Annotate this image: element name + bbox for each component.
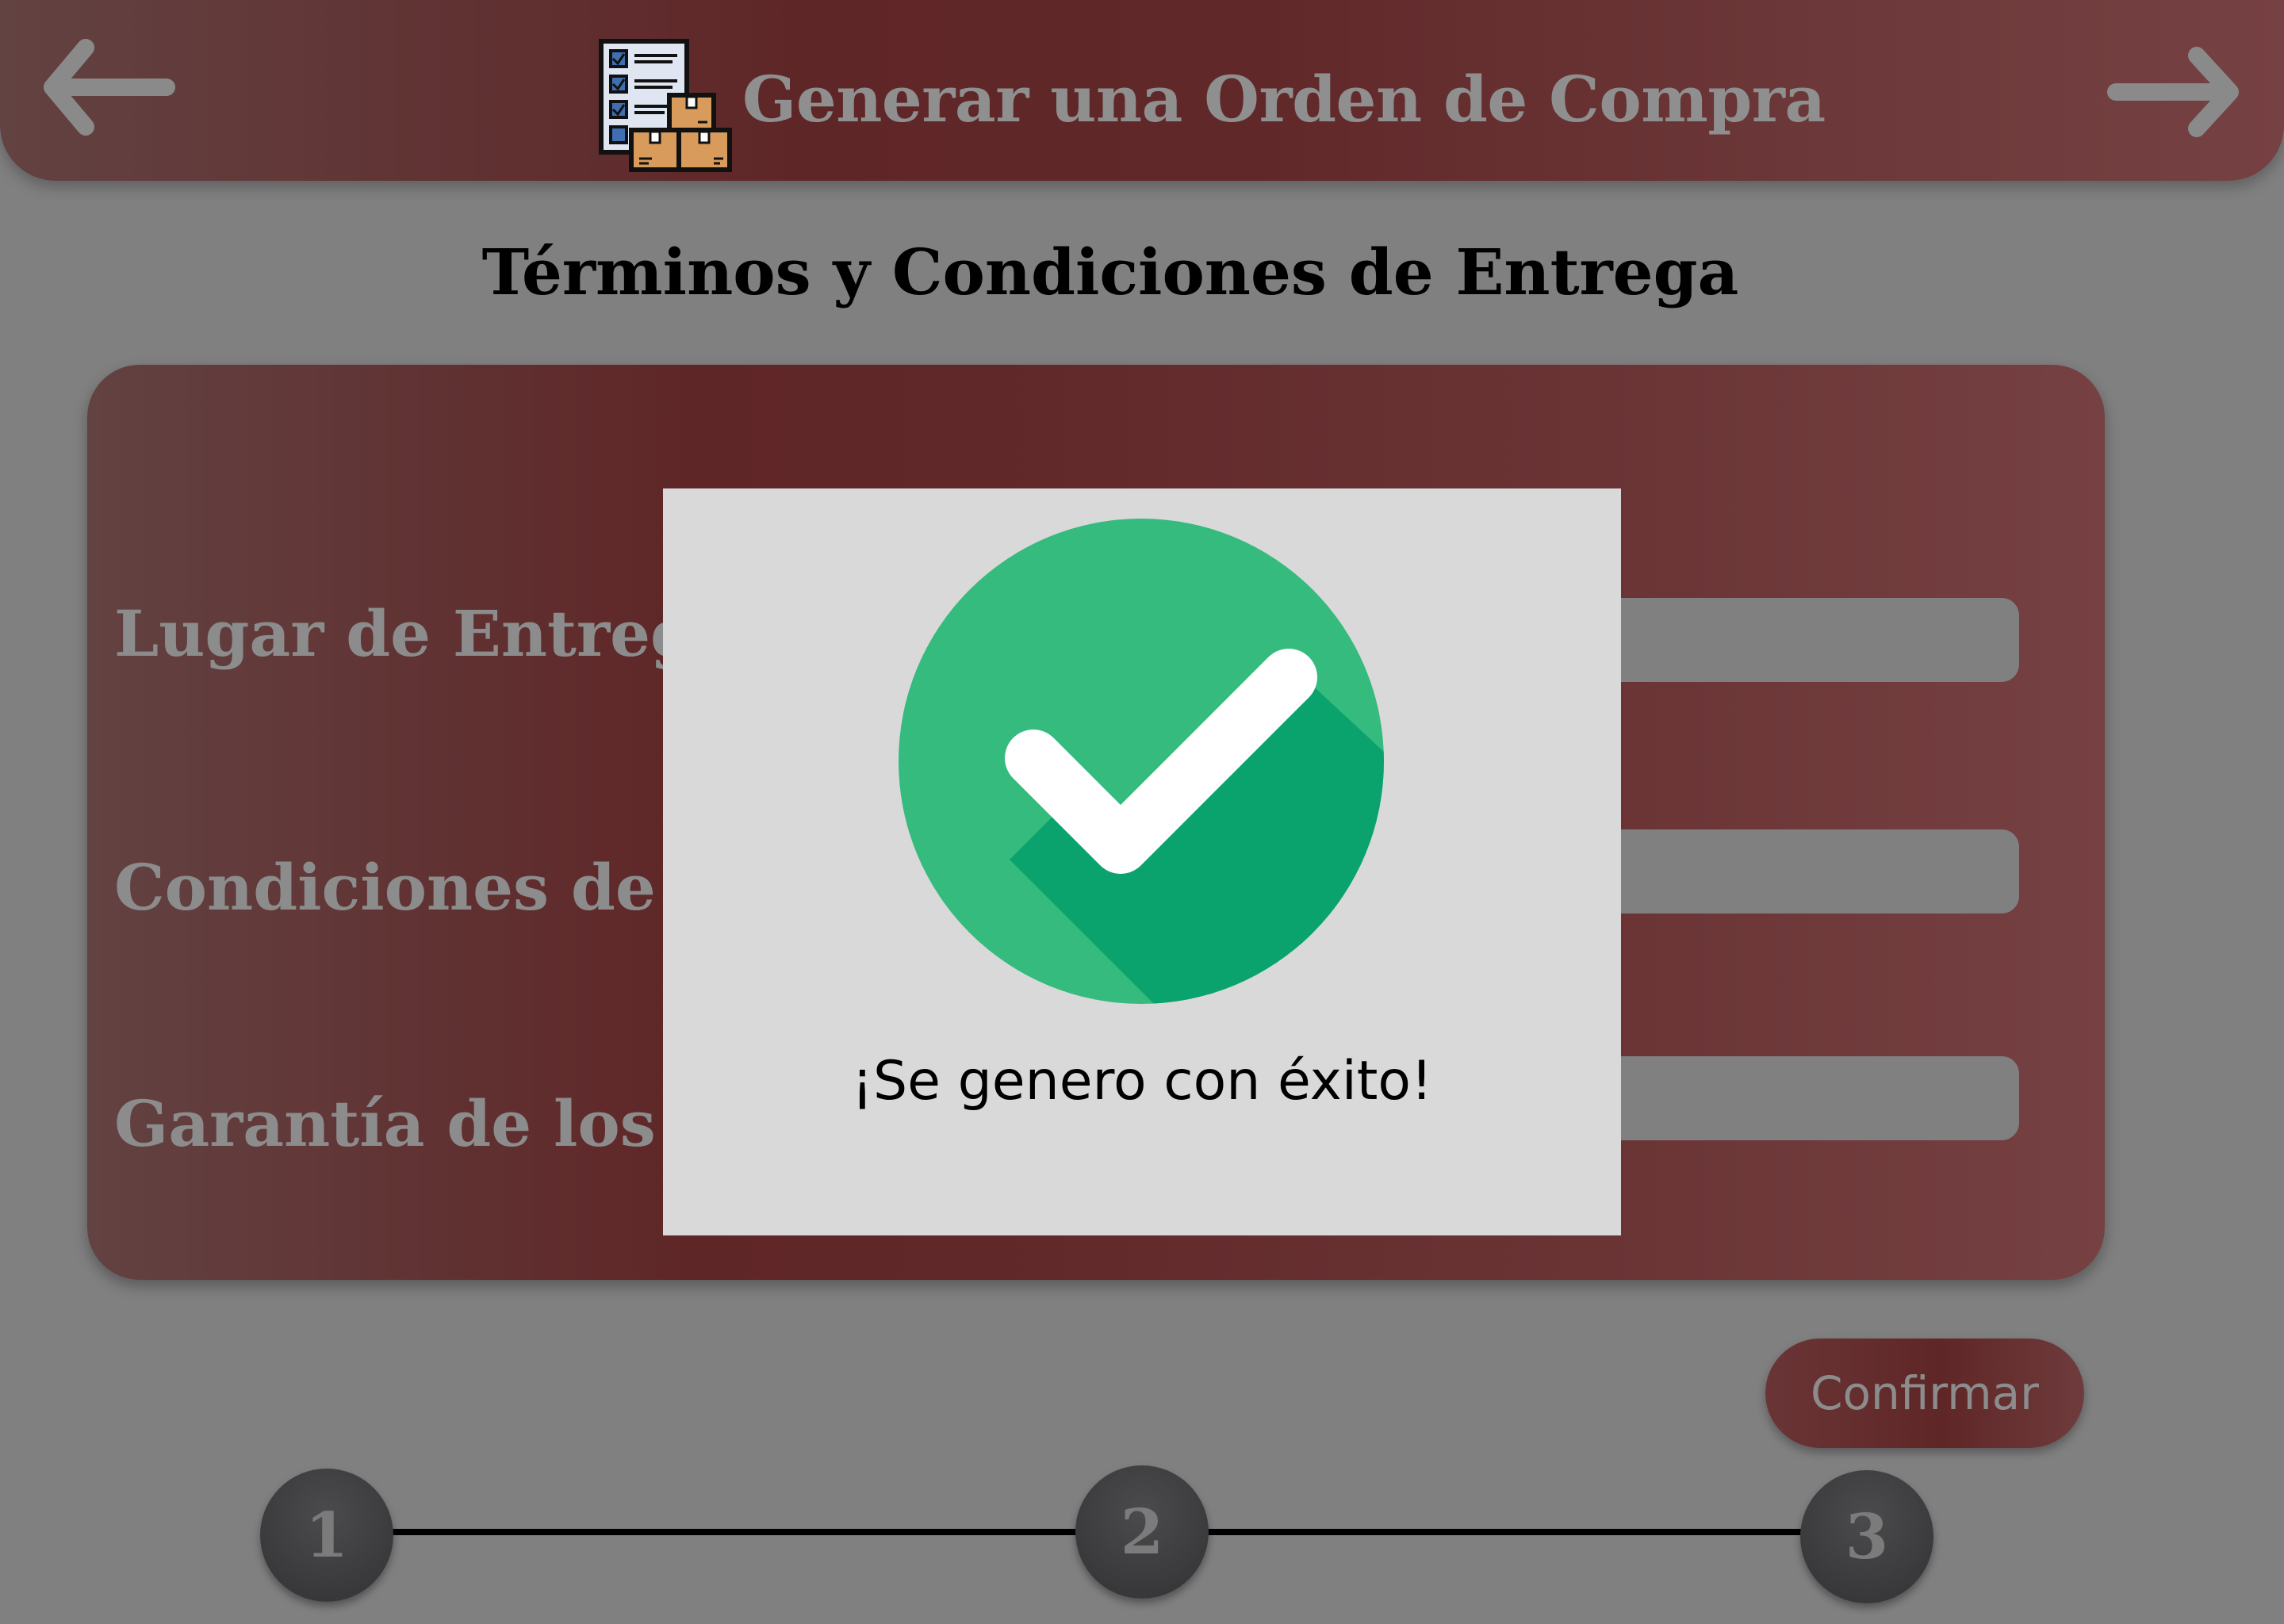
success-message: ¡Se genero con éxito!: [851, 1050, 1433, 1113]
confirm-button[interactable]: Confirmar: [1765, 1339, 2084, 1448]
purchase-order-checklist-boxes-icon: [599, 39, 732, 172]
stepper-connector: [1142, 1529, 1856, 1535]
header-title: Generar una Orden de Compra: [742, 62, 1826, 136]
arrow-left-icon[interactable]: [38, 32, 181, 143]
step-1[interactable]: 1: [260, 1469, 393, 1602]
stepper-connector: [349, 1529, 1086, 1535]
success-check-icon: [899, 519, 1384, 1004]
step-2[interactable]: 2: [1075, 1465, 1209, 1599]
success-dialog: ¡Se genero con éxito!: [663, 488, 1621, 1235]
step-3[interactable]: 3: [1800, 1470, 1933, 1603]
header-bar: Generar una Orden de Compra: [0, 0, 2284, 181]
page-title: Términos y Condiciones de Entrega: [481, 235, 1739, 309]
arrow-right-icon[interactable]: [2102, 40, 2244, 151]
